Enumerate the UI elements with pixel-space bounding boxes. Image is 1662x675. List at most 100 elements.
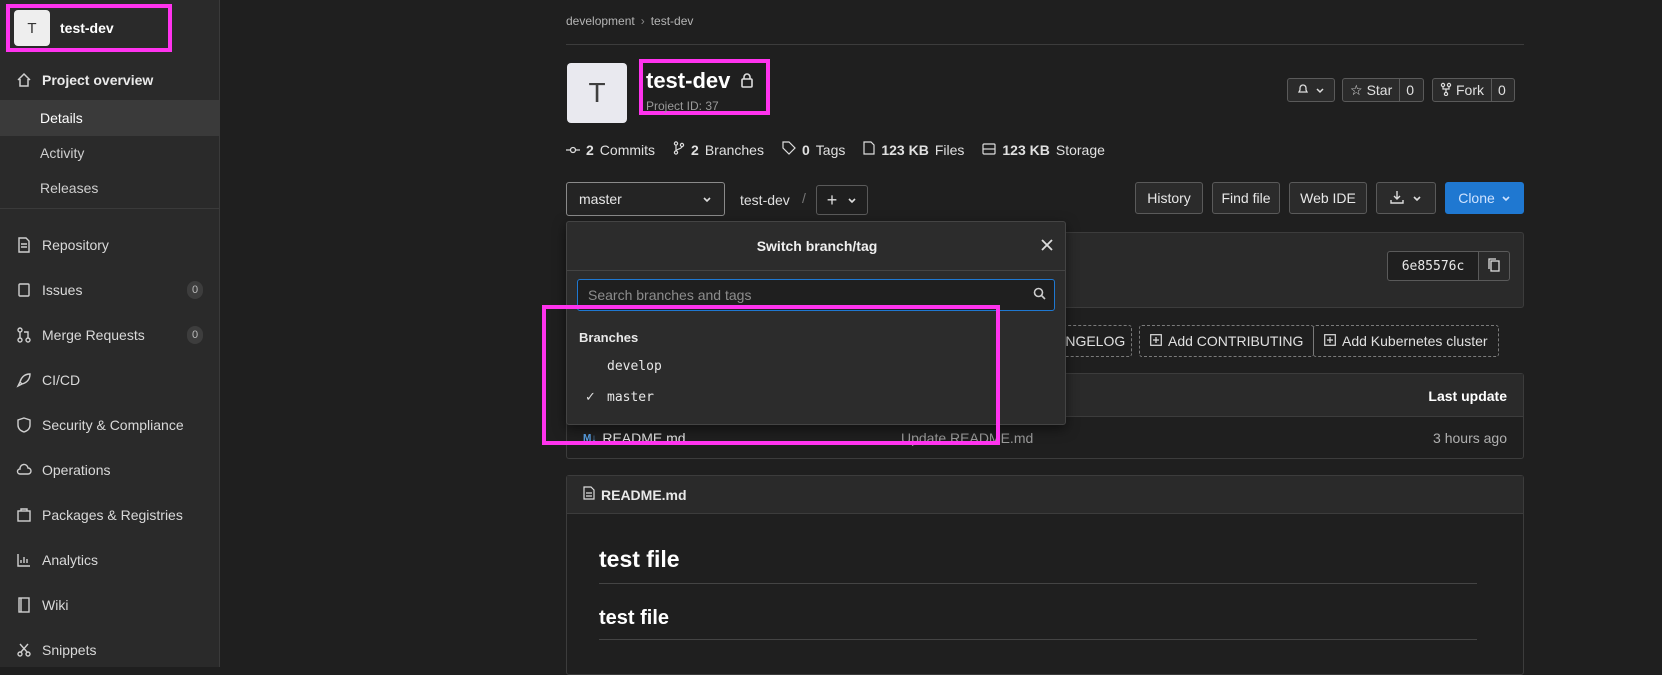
fork-button[interactable]: Fork 0 xyxy=(1432,78,1515,102)
file-row-name[interactable]: M↓ README.md xyxy=(583,430,686,446)
copy-sha-button[interactable] xyxy=(1478,251,1510,281)
branch-dropdown: Switch branch/tag Branches develop ✓ mas… xyxy=(566,221,1066,425)
sidebar-item-packages[interactable]: Packages & Registries xyxy=(0,496,219,534)
download-dropdown-button[interactable] xyxy=(1376,182,1436,214)
branch-option-develop[interactable]: develop xyxy=(567,351,1065,381)
header-divider xyxy=(566,44,1524,45)
chevron-down-icon xyxy=(1315,82,1325,98)
sidebar-item-snippets[interactable]: Snippets xyxy=(0,631,219,669)
chevron-down-icon xyxy=(847,192,857,208)
commit-sha[interactable]: 6e85576c xyxy=(1387,251,1479,281)
scissors-icon xyxy=(16,642,32,658)
stat-tags[interactable]: 0 Tags xyxy=(782,141,845,158)
sidebar-item-analytics[interactable]: Analytics xyxy=(0,541,219,579)
project-stats: 2 Commits 2 Branches 0 Tags 123 KB Files… xyxy=(566,141,1105,158)
breadcrumb: development › test-dev xyxy=(566,14,693,28)
file-icon xyxy=(863,141,875,158)
branch-option-master[interactable]: ✓ master xyxy=(567,382,1065,412)
sidebar-item-repository[interactable]: Repository xyxy=(0,226,219,264)
quick-action-contributing[interactable]: Add CONTRIBUTING xyxy=(1139,325,1315,357)
sidebar-project-header[interactable]: T test-dev xyxy=(6,4,172,52)
fork-label: Fork xyxy=(1456,82,1484,98)
quick-action-label: Add CONTRIBUTING xyxy=(1168,333,1304,349)
readme-title[interactable]: README.md xyxy=(601,487,687,503)
path-separator: / xyxy=(802,190,806,206)
sidebar-item-label: Snippets xyxy=(42,642,97,658)
sidebar: T test-dev Project overview Details Acti… xyxy=(0,0,220,667)
close-icon[interactable] xyxy=(1041,238,1053,254)
star-button[interactable]: ☆ Star 0 xyxy=(1342,78,1424,102)
file-last-update: 3 hours ago xyxy=(1433,430,1507,446)
doc-icon xyxy=(583,486,595,503)
commits-count: 2 xyxy=(586,141,594,158)
fork-icon xyxy=(1440,82,1452,99)
history-button[interactable]: History xyxy=(1135,182,1203,214)
find-file-button[interactable]: Find file xyxy=(1212,182,1280,214)
sidebar-item-security[interactable]: Security & Compliance xyxy=(0,406,219,444)
stat-storage: 123 KB Storage xyxy=(982,142,1105,158)
home-icon xyxy=(16,72,32,88)
readme-h2-rule xyxy=(599,639,1477,640)
readme-header: README.md xyxy=(567,476,1523,514)
sidebar-item-label: Operations xyxy=(42,462,111,478)
branch-search-field[interactable] xyxy=(577,279,1055,311)
dropdown-title: Switch branch/tag xyxy=(756,238,878,254)
sidebar-item-cicd[interactable]: CI/CD xyxy=(0,361,219,399)
sidebar-item-project-overview[interactable]: Project overview xyxy=(0,61,219,99)
sidebar-item-label: Security & Compliance xyxy=(42,417,184,433)
fork-count: 0 xyxy=(1491,79,1512,101)
sidebar-item-label: CI/CD xyxy=(42,372,81,388)
quick-action-kubernetes[interactable]: Add Kubernetes cluster xyxy=(1313,325,1499,357)
branch-search-input[interactable] xyxy=(586,286,1033,304)
copy-icon xyxy=(1488,257,1500,275)
stat-files[interactable]: 123 KB Files xyxy=(863,141,964,158)
sidebar-item-wiki[interactable]: Wiki xyxy=(0,586,219,624)
sidebar-sub-releases[interactable]: Releases xyxy=(0,170,219,206)
package-icon xyxy=(16,507,32,523)
chevron-right-icon: › xyxy=(640,14,645,28)
chevron-down-icon xyxy=(1501,190,1511,206)
star-count: 0 xyxy=(1399,79,1420,101)
readme-panel: README.md test file test file xyxy=(566,475,1524,675)
commits-label: Commits xyxy=(599,141,656,158)
notification-dropdown[interactable] xyxy=(1287,78,1335,102)
rocket-icon xyxy=(16,372,32,388)
branch-switcher[interactable]: master xyxy=(566,182,725,216)
sidebar-divider xyxy=(0,208,219,209)
page-title: test-dev xyxy=(646,68,754,94)
star-icon: ☆ xyxy=(1350,81,1363,98)
sidebar-item-issues[interactable]: Issues 0 xyxy=(0,271,219,309)
file-commit-message[interactable]: Update README.md xyxy=(901,430,1033,446)
tag-icon xyxy=(782,141,796,158)
readme-h1-rule xyxy=(599,583,1477,584)
quick-action-label: Add Kubernetes cluster xyxy=(1342,333,1488,349)
merge-requests-count-badge: 0 xyxy=(187,326,203,344)
stat-branches[interactable]: 2 Branches xyxy=(673,141,764,158)
breadcrumb-project[interactable]: test-dev xyxy=(651,14,694,28)
stat-commits[interactable]: 2 Commits xyxy=(566,142,655,158)
sidebar-sub-activity[interactable]: Activity xyxy=(0,135,219,171)
sidebar-sub-details[interactable]: Details xyxy=(0,100,219,136)
add-dropdown-button[interactable]: + xyxy=(816,185,868,215)
sidebar-item-label: Packages & Registries xyxy=(42,507,183,523)
project-avatar-large: T xyxy=(567,63,627,123)
breadcrumb-group[interactable]: development xyxy=(566,14,635,28)
storage-icon xyxy=(982,142,996,158)
repo-path-root[interactable]: test-dev xyxy=(740,192,790,208)
sidebar-item-label: Issues xyxy=(42,282,83,298)
branch-option-label: master xyxy=(607,389,654,405)
clone-button[interactable]: Clone xyxy=(1445,182,1524,214)
web-ide-button[interactable]: Web IDE xyxy=(1289,182,1367,214)
project-avatar: T xyxy=(14,10,50,46)
plus-square-icon xyxy=(1150,333,1162,349)
sidebar-item-operations[interactable]: Operations xyxy=(0,451,219,489)
branches-section-label: Branches xyxy=(579,330,639,345)
sidebar-item-merge-requests[interactable]: Merge Requests 0 xyxy=(0,316,219,354)
plus-square-icon xyxy=(1324,333,1336,349)
file-name: README.md xyxy=(602,430,686,446)
fork-label-wrap: Fork xyxy=(1433,82,1491,99)
tags-label: Tags xyxy=(815,141,846,158)
shield-icon xyxy=(16,417,32,433)
branches-count: 2 xyxy=(691,141,699,158)
book-icon xyxy=(16,597,32,613)
